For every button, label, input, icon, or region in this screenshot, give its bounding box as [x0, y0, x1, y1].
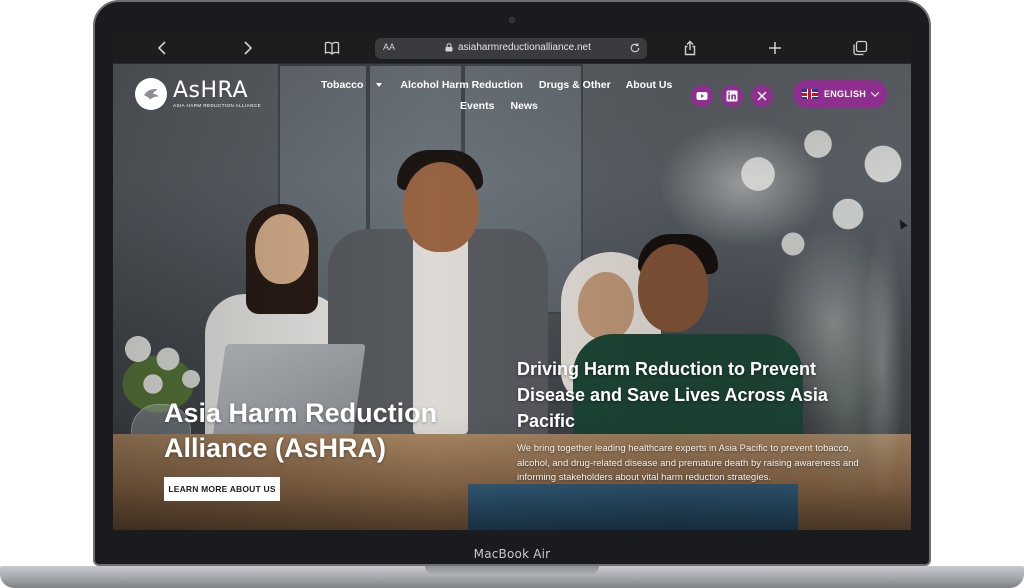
url-display[interactable]: asiaharmreductionalliance.net [445, 42, 591, 53]
nav-item-events[interactable]: Events [460, 100, 494, 112]
url-text: asiaharmreductionalliance.net [458, 42, 591, 53]
device-brand-label: MacBook Air [473, 547, 551, 561]
screen: AA asiaharmreductionalliance.net AsHRA A… [113, 33, 911, 530]
nav-item-news[interactable]: News [510, 100, 537, 112]
site-logo[interactable]: AsHRA ASIA HARM REDUCTION ALLIANCE [135, 78, 261, 110]
chevron-down-icon [870, 88, 880, 97]
logo-subtitle: ASIA HARM REDUCTION ALLIANCE [173, 102, 262, 108]
youtube-icon[interactable] [691, 85, 713, 107]
language-label: ENGLISH [823, 89, 867, 99]
hero-tagline: Driving Harm Reduction to Prevent Diseas… [517, 359, 828, 431]
forward-icon[interactable] [235, 37, 259, 59]
nav-item-drugs-other[interactable]: Drugs & Other [539, 79, 611, 91]
lock-icon [445, 43, 453, 52]
main-nav-row-2: Events News [460, 100, 538, 112]
reload-icon[interactable] [627, 40, 643, 56]
main-nav: Tobacco Alcohol Harm Reduction Drugs & O… [321, 79, 672, 91]
linkedin-icon[interactable] [721, 85, 743, 107]
plus-icon[interactable] [763, 37, 787, 59]
tabs-icon[interactable] [848, 37, 872, 59]
x-icon[interactable] [751, 85, 773, 107]
hero-title: Asia Harm Reduction Alliance (AsHRA) [164, 398, 438, 463]
text-size-button[interactable]: AA [383, 42, 395, 52]
logo-name: AsHRA [173, 77, 248, 103]
share-icon[interactable] [678, 37, 702, 59]
nav-item-about-us[interactable]: About Us [626, 79, 673, 91]
hero-section: AsHRA ASIA HARM REDUCTION ALLIANCE Tobac… [113, 64, 911, 530]
uk-flag-icon [801, 89, 818, 99]
camera [509, 17, 515, 23]
browser-toolbar: AA asiaharmreductionalliance.net [113, 33, 911, 64]
laptop-base-notch [425, 566, 599, 574]
learn-more-button[interactable]: LEARN MORE ABOUT US [164, 477, 280, 501]
hero-description: We bring together leading healthcare exp… [517, 443, 859, 483]
nav-item-tobacco[interactable]: Tobacco [321, 79, 383, 91]
chevron-down-icon [376, 83, 383, 87]
back-icon[interactable] [151, 37, 175, 59]
dove-icon [135, 78, 167, 110]
book-icon[interactable] [320, 37, 344, 59]
url-bar[interactable]: AA asiaharmreductionalliance.net [375, 38, 647, 59]
nav-item-alcohol-harm-reduction[interactable]: Alcohol Harm Reduction [400, 79, 523, 91]
language-selector[interactable]: ENGLISH [793, 80, 887, 108]
